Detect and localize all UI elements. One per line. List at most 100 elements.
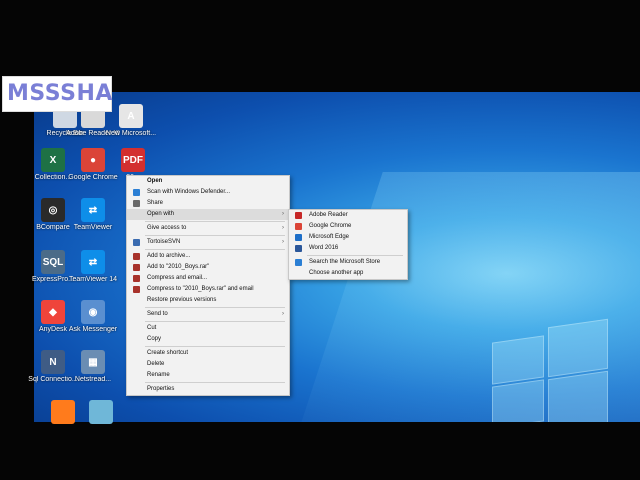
open-with-item-microsoft-edge[interactable]: Microsoft Edge [289,232,407,243]
logo-pane [548,370,608,422]
new-microsoft-icon: A [119,104,143,128]
desktop-icon-teamviewer14[interactable]: ⇄ TeamViewer 14 [66,250,120,284]
menu-separator [145,235,285,236]
tortoisesvn-icon [133,239,140,246]
open-with-item-search-the-microsoft-store[interactable]: Search the Microsoft Store [289,257,407,268]
menu-item-label: Word 2016 [309,245,339,251]
open-with-item-google-chrome[interactable]: Google Chrome [289,221,407,232]
desktop-icon-label: Netstread... [74,376,112,383]
menu-item-add-to-archive[interactable]: Add to archive... [127,251,289,262]
pdf-file-icon: PDF [121,148,145,172]
teamviewer-icon: ⇄ [81,198,105,222]
menu-item-send-to[interactable]: Send to › [127,309,289,320]
menu-item-label: Rename [147,372,170,378]
add-to-archive-icon [133,253,140,260]
chrome-icon: ● [81,148,105,172]
network-icon: ▦ [81,350,105,374]
desktop-icon-network[interactable]: ▦ Netstread... [66,350,120,384]
menu-item-label: Send to [147,311,168,317]
sql-server-icon: N [41,350,65,374]
menu-item-compress-to-2010-boys-rar-and-email[interactable]: Compress to "2010_Boys.rar" and email [127,284,289,295]
desktop-icon-messenger[interactable]: ◉ Ask Messenger [66,300,120,334]
menu-item-label: Google Chrome [309,223,352,229]
menu-item-properties[interactable]: Properties [127,384,289,395]
desktop-icon-new-microsoft[interactable]: A New Microsoft... [104,104,158,138]
desktop-icon-app-circle[interactable] [74,400,128,426]
menu-item-create-shortcut[interactable]: Create shortcut [127,348,289,359]
desktop-icon-teamviewer[interactable]: ⇄ TeamViewer [66,198,120,232]
menu-item-add-to-2010-boys-rar[interactable]: Add to "2010_Boys.rar" [127,262,289,273]
menu-item-scan-with-windows-defender[interactable]: Scan with Windows Defender... [127,187,289,198]
menu-item-label: Search the Microsoft Store [309,259,381,265]
expressprofiler-icon: SQL [41,250,65,274]
menu-item-label: Add to "2010_Boys.rar" [147,264,210,270]
open-with-item-word-2016[interactable]: Word 2016 [289,243,407,254]
menu-separator [145,307,285,308]
open-with-item-adobe-reader[interactable]: Adobe Reader [289,210,407,221]
menu-item-label: TortoiseSVN [147,239,181,245]
open-with-submenu: Adobe Reader Google Chrome Microsoft Edge W… [288,209,408,280]
search-the-microsoft-store-icon [295,259,302,266]
menu-item-give-access-to[interactable]: Give access to › [127,223,289,234]
menu-item-rename[interactable]: Rename [127,370,289,381]
menu-separator [145,249,285,250]
menu-item-delete[interactable]: Delete [127,359,289,370]
scan-with-windows-defender-icon [133,189,140,196]
desktop-icon-label: TeamViewer 14 [68,276,118,283]
menu-item-tortoisesvn[interactable]: TortoiseSVN › [127,237,289,248]
microsoft-edge-icon [295,234,302,241]
app-circle-icon [89,400,113,424]
menu-item-label: Delete [147,361,165,367]
menu-item-cut[interactable]: Cut [127,323,289,334]
anydesk-icon: ◆ [41,300,65,324]
compress-and-email-icon [133,275,140,282]
menu-item-label: Give access to [147,225,187,231]
menu-item-open-with[interactable]: Open with › [127,209,289,220]
menu-item-label: Open [147,178,163,184]
menu-item-label: Copy [147,336,162,342]
menu-item-label: Scan with Windows Defender... [147,189,231,195]
excel-icon: X [41,148,65,172]
word-2016-icon [295,245,302,252]
desktop-icon-label: Ask Messenger [68,326,118,333]
context-menu: Open Scan with Windows Defender... Share Op… [126,175,290,396]
menu-item-label: Properties [147,386,175,392]
compress-to-2010-boys-rar-and-email-icon [133,286,140,293]
menu-item-restore-previous-versions[interactable]: Restore previous versions [127,295,289,306]
channel-watermark: MSSSHA [2,76,112,112]
menu-item-compress-and-email[interactable]: Compress and email... [127,273,289,284]
menu-separator [307,255,403,256]
add-to-2010-boys-rar-icon [133,264,140,271]
menu-separator [145,221,285,222]
messenger-icon: ◉ [81,300,105,324]
chevron-right-icon: › [282,225,284,231]
bcompare-icon: ◎ [41,198,65,222]
menu-item-open[interactable]: Open [127,176,289,187]
desktop-icon-label: New Microsoft... [105,130,157,137]
watermark-text: MSSSHA [7,81,113,106]
teamviewer14-icon: ⇄ [81,250,105,274]
menu-item-label: Compress and email... [147,275,208,281]
menu-item-label: Adobe Reader [309,212,348,218]
desktop-icon-label: TeamViewer [73,224,113,231]
logo-pane [492,335,544,385]
menu-item-label: Add to archive... [147,253,191,259]
menu-item-share[interactable]: Share [127,198,289,209]
menu-item-label: Restore previous versions [147,297,217,303]
open-with-item-choose-another-app[interactable]: Choose another app [289,268,407,279]
menu-separator [145,346,285,347]
adobe-reader-icon [295,212,302,219]
logo-pane [492,379,544,422]
firefox-icon [51,400,75,424]
google-chrome-icon [295,223,302,230]
windows-logo-wallpaper [482,317,610,422]
chevron-right-icon: › [282,239,284,245]
logo-pane [548,318,608,378]
menu-item-copy[interactable]: Copy [127,334,289,345]
menu-item-label: Choose another app [309,270,364,276]
menu-item-label: Share [147,200,164,206]
menu-item-label: Microsoft Edge [309,234,350,240]
menu-item-label: Create shortcut [147,350,189,356]
menu-separator [145,321,285,322]
share-icon [133,200,140,207]
